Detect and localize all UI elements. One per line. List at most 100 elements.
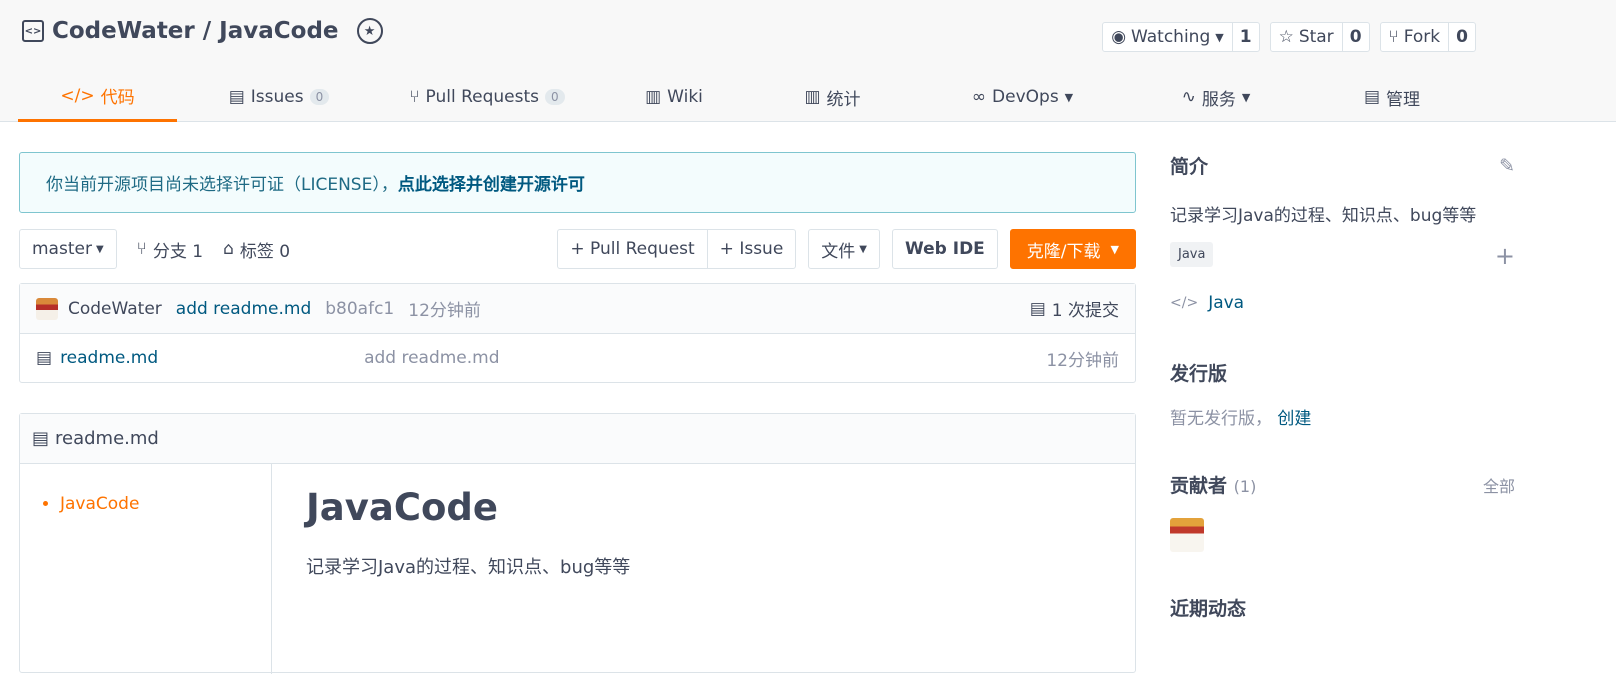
tab-devops[interactable]: ∞ DevOps ▼ (910, 72, 1135, 122)
code-repo-icon: <> (22, 20, 44, 42)
eye-icon: ◉ (1111, 27, 1127, 47)
main-content: 你当前开源项目尚未选择许可证（LICENSE）， 点此选择并创建开源许可 mas… (19, 152, 1136, 674)
file-row[interactable]: ▤ readme.md add readme.md 12分钟前 (20, 334, 1135, 382)
clone-download-button[interactable]: 克隆/下载 ▼ (1009, 229, 1136, 269)
sidebar: 简介 ✎ 记录学习Java的过程、知识点、bug等等 Java + </> Ja… (1170, 152, 1515, 621)
commit-author[interactable]: CodeWater (68, 299, 162, 319)
file-menu-button[interactable]: 文件 ▼ (808, 229, 880, 269)
contributor-avatar[interactable] (1170, 518, 1204, 552)
create-license-link[interactable]: 点此选择并创建开源许可 (398, 170, 585, 195)
tab-manage[interactable]: ▤ 管理 (1297, 72, 1487, 122)
star-count[interactable]: 0 (1343, 23, 1369, 51)
repo-tabs: </> 代码 ▤ Issues 0 ⑂ Pull Requests 0 ▥ Wiki ▥ 统计… (18, 72, 1616, 122)
readme-panel: ▤ readme.md JavaCode JavaCode 记录学习Java的过… (19, 413, 1136, 674)
no-release-text: 暂无发行版， (1170, 409, 1272, 429)
star-label: Star (1298, 27, 1334, 47)
code-icon: </> (1170, 295, 1199, 311)
activity-title: 近期动态 (1170, 598, 1247, 620)
contributors-section: 贡献者 (1) 全部 (1170, 471, 1515, 552)
caret-down-icon: ▼ (1215, 30, 1224, 44)
repo-name[interactable]: CodeWater / JavaCode (52, 18, 339, 44)
add-tag-icon[interactable]: + (1495, 242, 1515, 270)
issues-icon: ▤ (228, 87, 245, 107)
license-notice-text: 你当前开源项目尚未选择许可证（LICENSE）， (46, 175, 398, 195)
intro-description: 记录学习Java的过程、知识点、bug等等 (1170, 206, 1477, 226)
repo-actions: ◉ Watching ▼ 1 ☆ Star 0 ⑂ Fork 0 (1102, 22, 1476, 52)
readme-content: JavaCode 记录学习Java的过程、知识点、bug等等 (272, 464, 664, 674)
license-notice: 你当前开源项目尚未选择许可证（LICENSE）， 点此选择并创建开源许可 (19, 152, 1136, 213)
code-icon: </> (60, 85, 95, 106)
watch-label: Watching (1131, 27, 1211, 47)
bar-chart-icon: ▥ (804, 87, 821, 107)
contributors-count: (1) (1233, 477, 1257, 496)
tags-link[interactable]: ⌂ 标签 0 (223, 237, 290, 262)
clone-label: 克隆/下载 (1026, 241, 1101, 262)
fork-icon: ⑂ (1388, 27, 1399, 47)
commits-icon: ▤ (1029, 298, 1046, 319)
intro-section-title: 简介 ✎ (1170, 152, 1515, 179)
all-contributors-link[interactable]: 全部 (1483, 473, 1515, 497)
fork-label: Fork (1403, 27, 1441, 47)
create-release-link[interactable]: 创建 (1277, 409, 1311, 429)
edit-icon[interactable]: ✎ (1499, 155, 1515, 177)
language-link[interactable]: Java (1208, 293, 1244, 313)
caret-down-icon: ▼ (1064, 90, 1074, 104)
contributors-header: 贡献者 (1) 全部 (1170, 471, 1515, 498)
branch-name: master (32, 239, 92, 259)
pr-issue-group: + Pull Request + Issue (557, 229, 797, 269)
fork-button[interactable]: ⑂ Fork 0 (1379, 22, 1476, 52)
fork-count[interactable]: 0 (1449, 23, 1475, 51)
language-item[interactable]: </> Java (1170, 293, 1515, 313)
watch-button[interactable]: ◉ Watching ▼ 1 (1102, 22, 1260, 52)
toc-item[interactable]: JavaCode (60, 494, 251, 514)
watch-count[interactable]: 1 (1233, 23, 1259, 51)
new-issue-button[interactable]: + Issue (707, 229, 797, 269)
file-name[interactable]: readme.md (60, 348, 364, 368)
settings-doc-icon: ▤ (1363, 87, 1381, 107)
readme-header: ▤ readme.md (20, 414, 1135, 464)
recommend-badge-icon[interactable]: ★ (356, 18, 383, 44)
readme-heading: JavaCode (306, 486, 498, 529)
author-avatar[interactable] (36, 297, 58, 320)
release-title: 发行版 (1170, 363, 1228, 385)
commit-count-link[interactable]: 1 次提交 (1052, 296, 1119, 321)
repo-header: <> CodeWater / JavaCode ★ ◉ Watching ▼ 1 ☆… (0, 0, 1616, 122)
file-icon: ▤ (32, 428, 50, 449)
commit-hash[interactable]: b80afc1 (325, 299, 394, 319)
repo-title-area: <> CodeWater / JavaCode ★ (22, 18, 383, 44)
caret-down-icon: ▼ (1110, 242, 1119, 256)
pr-count: 0 (545, 89, 565, 105)
tab-code[interactable]: </> 代码 (18, 72, 177, 122)
star-button[interactable]: ☆ Star 0 (1269, 22, 1370, 52)
book-icon: ▥ (645, 87, 662, 107)
tab-stats[interactable]: ▥ 统计 (755, 72, 910, 122)
file-menu-label: 文件 (821, 241, 856, 262)
commit-time: 12分钟前 (408, 301, 481, 321)
web-ide-button[interactable]: Web IDE (891, 229, 998, 269)
file-commit-message[interactable]: add readme.md (364, 348, 499, 368)
branch-icon: ⑂ (136, 239, 147, 259)
pulse-icon: ∿ (1181, 87, 1196, 107)
file-icon: ▤ (36, 348, 53, 368)
branch-select[interactable]: master ▼ (19, 229, 117, 269)
tab-services[interactable]: ∿ 服务 ▼ (1135, 72, 1297, 122)
tab-issues[interactable]: ▤ Issues 0 (177, 72, 381, 122)
commit-message[interactable]: add readme.md (176, 299, 311, 319)
star-icon: ☆ (1278, 27, 1294, 47)
latest-commit-row: CodeWater add readme.md b80afc1 12分钟前 ▤ … (20, 284, 1135, 334)
release-section: 发行版 暂无发行版， 创建 (1170, 359, 1515, 429)
branches-link[interactable]: ⑂ 分支 1 (137, 237, 203, 262)
issues-count: 0 (309, 89, 330, 105)
new-pull-request-button[interactable]: + Pull Request (557, 229, 708, 269)
caret-down-icon: ▼ (859, 243, 867, 255)
readme-toc: JavaCode (20, 464, 272, 674)
repo-toolbar: master ▼ ⑂ 分支 1 ⌂ 标签 0 + Pull Request + Is… (19, 229, 1136, 269)
tab-wiki[interactable]: ▥ Wiki (593, 72, 755, 122)
tag-icon: ⌂ (223, 239, 234, 259)
topic-tag[interactable]: Java (1170, 242, 1214, 267)
file-list: CodeWater add readme.md b80afc1 12分钟前 ▤ … (19, 283, 1136, 383)
file-time: 12分钟前 (1046, 350, 1119, 371)
tab-pull-requests[interactable]: ⑂ Pull Requests 0 (381, 72, 593, 122)
infinity-icon: ∞ (971, 87, 987, 107)
caret-down-icon: ▼ (95, 243, 104, 255)
